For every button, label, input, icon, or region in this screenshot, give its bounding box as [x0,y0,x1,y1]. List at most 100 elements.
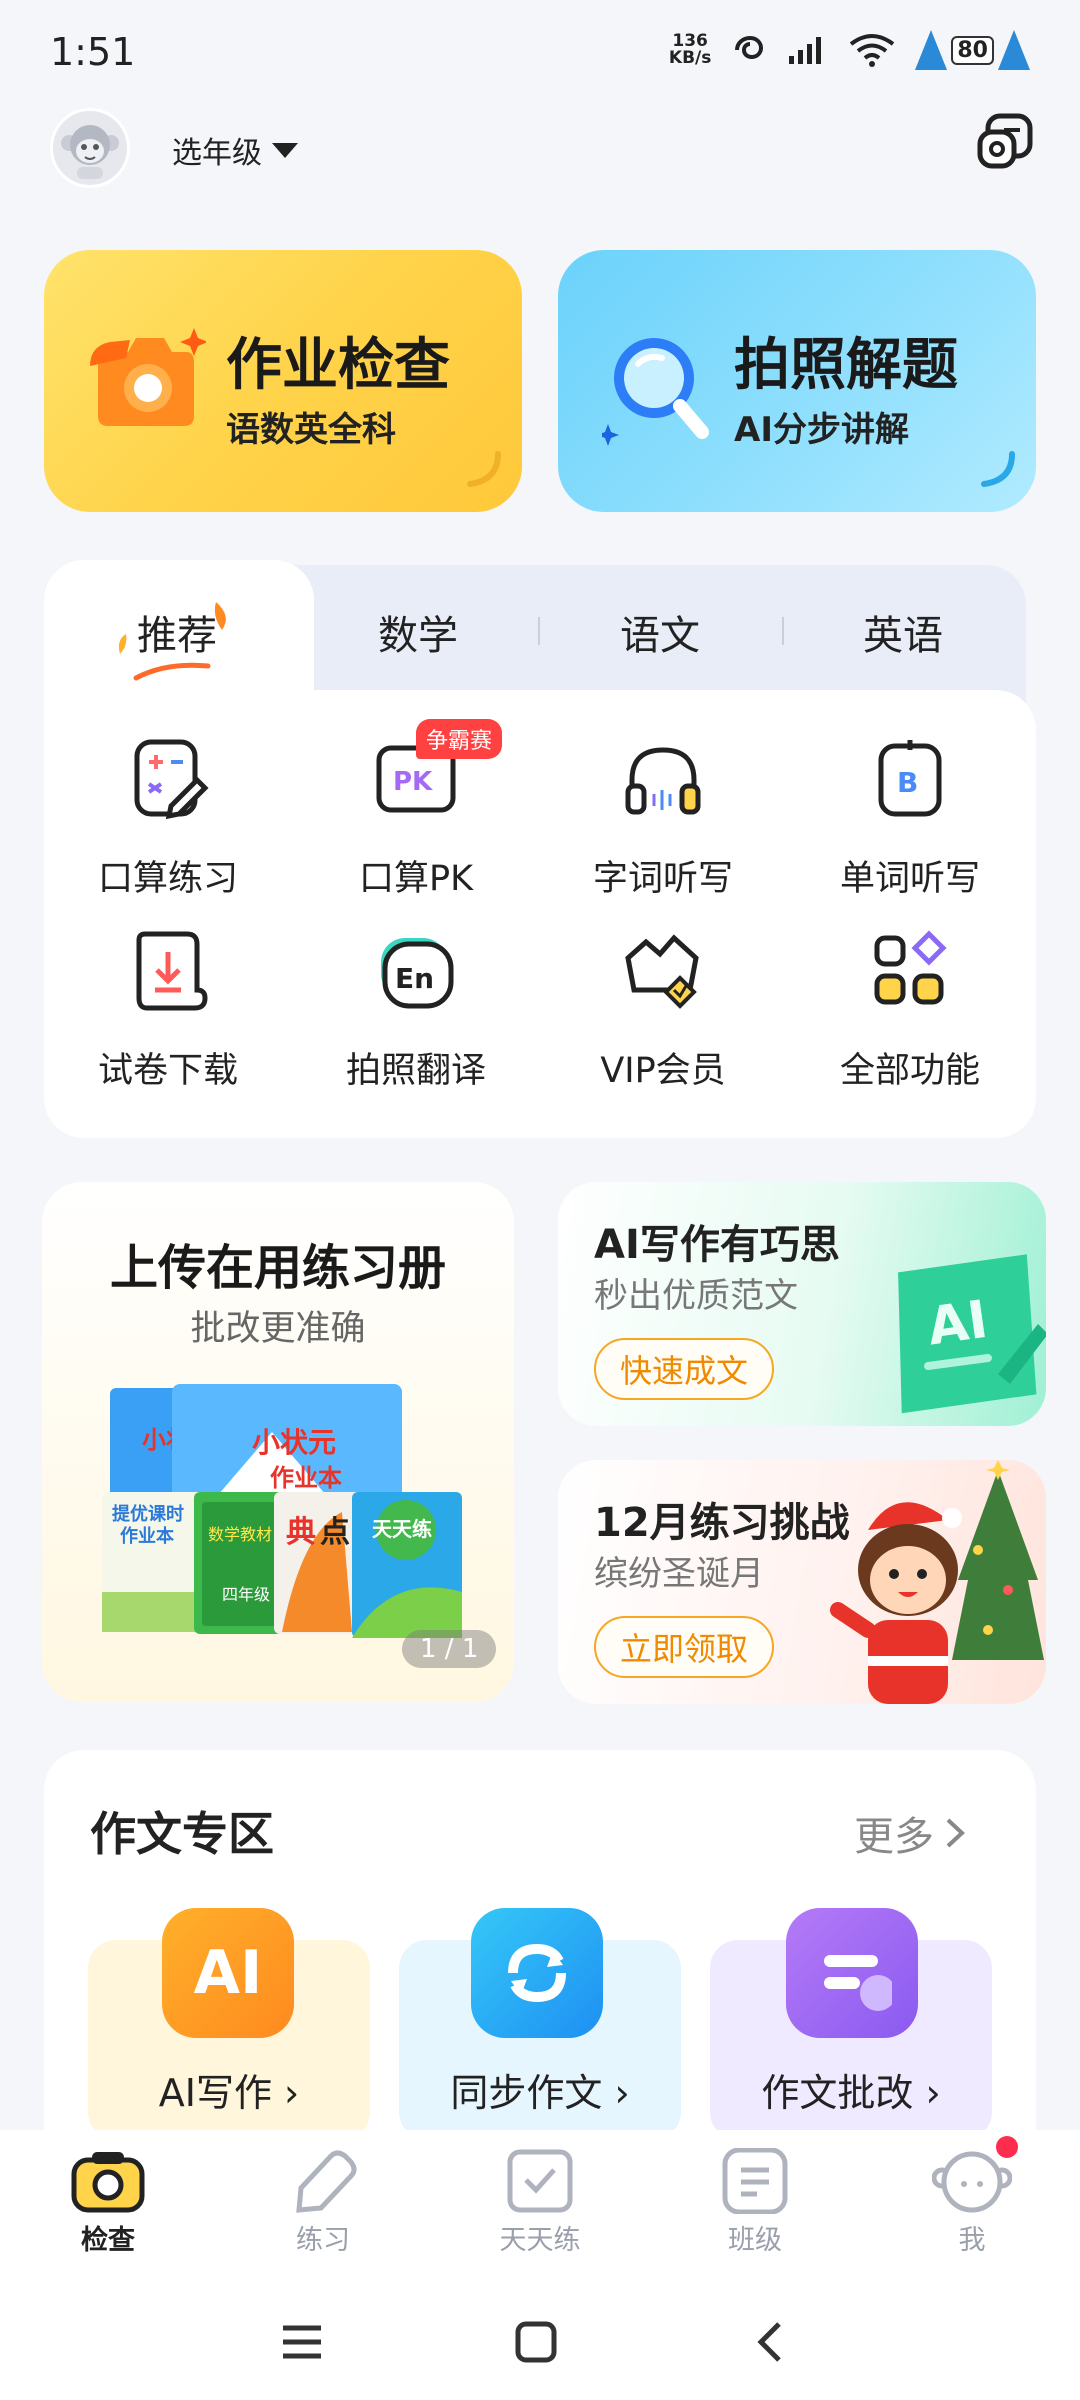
svg-text:PK: PK [393,767,433,797]
grade-selector[interactable]: 选年级 [172,128,298,172]
status-icons: 136 KB/s 80 [669,30,1030,70]
back-icon[interactable] [740,2312,800,2372]
menu-icon[interactable] [272,2312,332,2372]
essay-item-label: 同步作文 › [450,2071,630,2115]
photo-solve-subtitle: AI分步讲解 [734,410,909,450]
december-challenge-promo[interactable]: 12月练习挑战 缤纷圣诞月 立即领取 [558,1460,1046,1704]
magnifier-icon [602,338,709,446]
photo-solve-card[interactable]: 拍照解题 AI分步讲解 [558,250,1036,512]
photo-translate-icon: En [381,938,454,1009]
ai-writing-subtitle: 秒出优质范文 [594,1276,798,1316]
christmas-tree-icon [998,30,1030,70]
chat-records-icon[interactable] [976,112,1034,172]
nav-label: 天天练 [499,2225,581,2256]
feature-label: 单词听写 [839,859,980,899]
feature-label: VIP会员 [600,1051,726,1091]
feature-label: 字词听写 [592,859,733,899]
network-speed: 136 KB/s [668,31,712,68]
grade-label: 选年级 [172,136,262,171]
homework-check-card[interactable]: 作业检查 语数英全科 [44,250,522,512]
pencil-eraser-icon [296,2150,357,2213]
nav-label: 班级 [728,2225,782,2256]
svg-text:AI: AI [924,1290,991,1358]
feature-label: 全部功能 [839,1051,980,1091]
tab-english[interactable]: 英语 [803,603,1003,661]
camera-icon [90,328,206,426]
swoosh-decoration [467,451,501,487]
signal-icon [789,37,822,64]
feature-label: 试卷下载 [97,1051,238,1091]
essay-item-label: AI写作 › [158,2071,300,2115]
claim-now-button[interactable]: 立即领取 [594,1616,774,1678]
svg-text:作业本: 作业本 [270,1464,342,1492]
camera-icon [71,2152,145,2213]
more-label: 更多 [854,1814,934,1860]
swoosh-decoration [981,451,1015,487]
tab-divider [782,617,784,645]
word-dictation-icon: B [878,740,942,817]
tab-recommend[interactable]: 推荐 [77,603,277,661]
feature-word-dictation[interactable]: B 单词听写 [790,736,1030,916]
notification-dot [996,2136,1018,2158]
svg-text:天天练: 天天练 [372,1517,432,1541]
download-paper-icon [136,931,208,1011]
chevron-right-icon [946,1818,965,1848]
feature-label: 拍照翻译 [345,1051,486,1091]
feature-vip[interactable]: VIP会员 [543,928,783,1108]
vip-icon [625,934,699,1009]
workbook-title: 上传在用练习册 [109,1240,446,1296]
wifi-icon [850,34,895,67]
nav-label: 练习 [296,2225,350,2256]
ai-writing-promo[interactable]: AI写作有巧思 秒出优质范文 快速成文 AI [558,1182,1046,1426]
feature-paper-download[interactable]: 试卷下载 [48,928,288,1108]
all-functions-icon [874,930,947,1005]
nav-label: 我 [958,2225,986,2256]
homework-check-subtitle: 语数英全科 [226,410,396,450]
avatar[interactable] [50,108,130,188]
feature-photo-translate[interactable]: En 拍照翻译 [296,928,536,1108]
essay-correction-icon [786,1908,918,2038]
link-icon [735,35,764,60]
essay-section-title: 作文专区 [90,1807,274,1861]
challenge-title: 12月练习挑战 [594,1500,850,1546]
nav-label: 检查 [81,2225,135,2256]
svg-text:作业本: 作业本 [120,1525,174,1547]
feature-oral-calc[interactable]: 口算练习 [48,736,288,916]
battery-indicator: 80 [915,30,1030,70]
challenge-subtitle: 缤纷圣诞月 [594,1554,764,1594]
svg-text:提优课时: 提优课时 [112,1503,184,1525]
nav-check[interactable]: 检查 [28,2148,188,2257]
nav-me[interactable]: 我 [892,2148,1052,2257]
svg-text:四年级: 四年级 [222,1585,270,1604]
homework-check-title: 作业检查 [226,333,450,398]
svg-text:En: En [395,962,434,995]
quick-compose-button[interactable]: 快速成文 [594,1338,774,1400]
nav-practice[interactable]: 练习 [243,2148,403,2257]
workbook-upload-card[interactable]: 上传在用练习册 批改更准确 小状元 小状元 作业本 提优课时 作业本 数学教材 … [42,1182,514,1702]
tab-math[interactable]: 数学 [318,603,518,661]
essay-more-link[interactable]: 更多 [854,1804,966,1862]
home-icon[interactable] [506,2312,566,2372]
svg-text:数学教材: 数学教材 [208,1525,272,1544]
tab-chinese[interactable]: 语文 [560,603,760,661]
feature-character-dictation[interactable]: 字词听写 [543,736,783,916]
contest-badge: 争霸赛 [416,719,503,759]
feature-label: 口算PK [358,859,474,899]
essay-item-label: 作文批改 › [761,2071,941,2115]
feature-all-functions[interactable]: 全部功能 [790,928,1030,1108]
calculation-icon [134,739,209,820]
monkey-avatar-icon [61,125,119,179]
sync-essay-icon [471,1908,603,2038]
feature-oral-pk[interactable]: PK 口算PK [296,736,536,916]
feature-label: 口算练习 [97,859,238,899]
ai-writing-title: AI写作有巧思 [594,1222,840,1268]
nav-daily[interactable]: 天天练 [460,2148,620,2257]
monkey-face-icon [932,2151,1012,2213]
nav-class[interactable]: 班级 [675,2148,835,2257]
christmas-monkey-illustration [830,1460,1044,1704]
ai-writing-icon: AI [162,1908,294,2038]
ai-book-icon: AI [898,1254,1046,1414]
status-time: 1:51 [50,30,136,74]
class-list-icon [722,2148,788,2214]
headphones-icon [625,747,701,815]
